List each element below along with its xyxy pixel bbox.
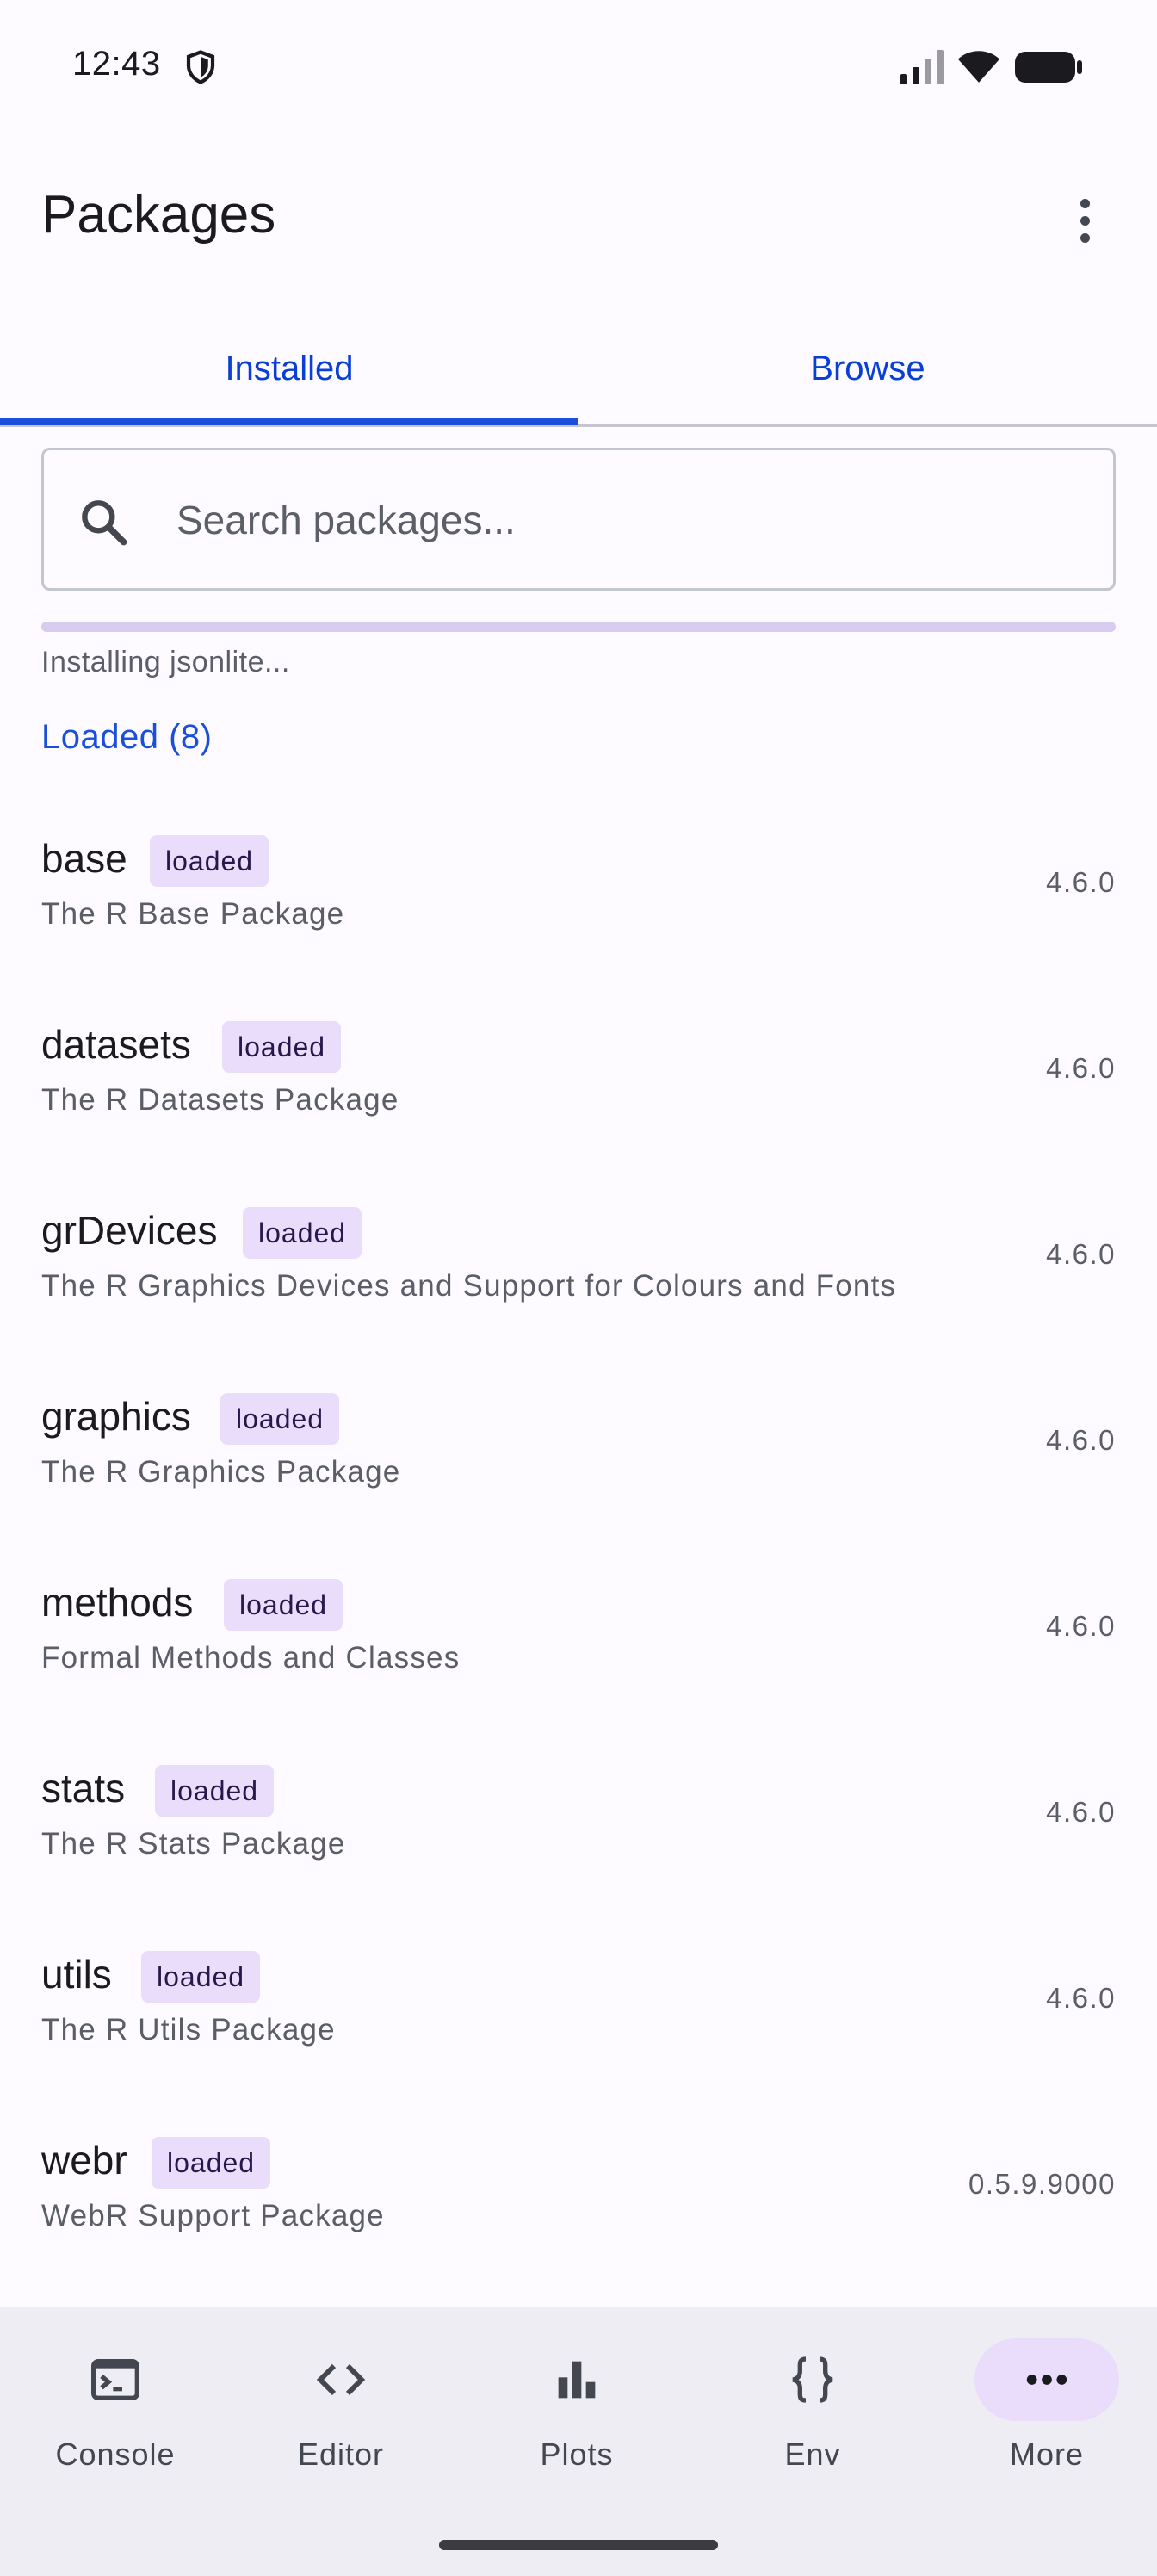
package-version: 4.6.0 (1046, 1424, 1116, 1456)
code-icon (316, 2363, 366, 2396)
braces-icon (792, 2356, 833, 2403)
package-name: methods (41, 1580, 194, 1625)
package-version: 4.6.0 (1046, 1238, 1116, 1270)
package-name: grDevices (41, 1208, 218, 1253)
section-header-loaded: Loaded (8) (41, 718, 213, 756)
package-description: Formal Methods and Classes (41, 1641, 461, 1675)
console-icon (91, 2359, 139, 2400)
loaded-badge: loaded (222, 1021, 342, 1073)
package-description: The R Graphics Package (41, 1455, 401, 1489)
page-title: Packages (41, 185, 276, 245)
more-options-button[interactable] (1054, 189, 1116, 251)
package-description: The R Utils Package (41, 2013, 336, 2047)
nav-console[interactable]: Console (0, 2307, 231, 2497)
more-vert-icon (1080, 198, 1090, 208)
package-name: stats (41, 1766, 126, 1811)
search-input[interactable] (175, 481, 1087, 559)
nav-label: More (1009, 2437, 1085, 2472)
package-item[interactable]: stats loaded The R Stats Package 4.6.0 (0, 1710, 1157, 1896)
package-item[interactable]: datasets loaded The R Datasets Package 4… (0, 966, 1157, 1152)
nav-icon-container (269, 2338, 413, 2421)
loaded-badge: loaded (220, 1393, 340, 1445)
loaded-badge: loaded (141, 1951, 261, 2003)
package-description: The R Graphics Devices and Support for C… (41, 1269, 897, 1303)
loaded-badge: loaded (152, 2137, 271, 2189)
status-time: 12:43 (72, 45, 161, 83)
package-version: 4.6.0 (1046, 1052, 1116, 1084)
package-version: 0.5.9.9000 (968, 2168, 1116, 2200)
app-bar: Packages (0, 155, 1157, 284)
loaded-badge: loaded (155, 1765, 275, 1817)
loaded-badge: loaded (150, 835, 269, 887)
package-version: 4.6.0 (1046, 1796, 1116, 1828)
package-name: webr (41, 2138, 127, 2183)
package-name: utils (41, 1952, 112, 1997)
package-item[interactable]: utils loaded The R Utils Package 4.6.0 (0, 1896, 1157, 2082)
package-item[interactable]: graphics loaded The R Graphics Package 4… (0, 1338, 1157, 1524)
package-item[interactable]: methods loaded Formal Methods and Classe… (0, 1524, 1157, 1710)
tab-indicator (0, 418, 578, 425)
more-vert-icon-dot (1080, 215, 1090, 226)
package-item[interactable]: webr loaded WebR Support Package 0.5.9.9… (0, 2082, 1157, 2268)
search-icon (82, 500, 127, 546)
nav-editor[interactable]: Editor (226, 2307, 456, 2497)
package-version: 4.6.0 (1046, 866, 1116, 898)
package-item[interactable]: base loaded The R Base Package 4.6.0 (0, 780, 1157, 966)
nav-env[interactable]: Env (697, 2307, 928, 2497)
nav-icon-container (740, 2338, 885, 2421)
shield-icon (186, 50, 215, 84)
package-version: 4.6.0 (1046, 1610, 1116, 1642)
nav-icon-container (504, 2338, 649, 2421)
battery-icon (1015, 52, 1082, 83)
home-indicator[interactable] (439, 2540, 718, 2550)
tab-bar: Installed Browse (0, 310, 1157, 427)
bottom-navigation: Console Editor Plots Env More (0, 2307, 1157, 2576)
package-description: The R Datasets Package (41, 1083, 399, 1117)
install-progress-bar (41, 622, 1116, 632)
loaded-badge: loaded (224, 1579, 343, 1631)
package-item[interactable]: grDevices loaded The R Graphics Devices … (0, 1152, 1157, 1338)
nav-label: Plots (540, 2437, 614, 2472)
search-field[interactable] (41, 448, 1116, 591)
nav-icon-container (974, 2338, 1119, 2421)
nav-more[interactable]: More (931, 2307, 1157, 2497)
more-horizontal-icon (1026, 2375, 1067, 2385)
package-name: datasets (41, 1022, 191, 1067)
package-list: base loaded The R Base Package 4.6.0 dat… (0, 780, 1157, 2268)
install-status-text: Installing jsonlite... (41, 646, 290, 678)
package-version: 4.6.0 (1046, 1982, 1116, 2014)
tab-installed[interactable]: Installed (0, 310, 578, 427)
nav-icon-container (43, 2338, 188, 2421)
package-name: graphics (41, 1394, 191, 1439)
nav-label: Console (55, 2437, 176, 2472)
more-vert-icon-dot (1080, 232, 1090, 243)
package-description: WebR Support Package (41, 2199, 385, 2232)
signal-icon (900, 50, 944, 84)
bar-chart-icon (558, 2361, 596, 2399)
status-bar: 12:43 (0, 0, 1157, 138)
tab-browse[interactable]: Browse (578, 310, 1157, 427)
nav-plots[interactable]: Plots (461, 2307, 692, 2497)
wifi-icon (957, 51, 1000, 83)
package-description: The R Base Package (41, 897, 345, 931)
nav-label: Editor (297, 2437, 385, 2472)
package-description: The R Stats Package (41, 1827, 346, 1861)
package-name: base (41, 836, 127, 881)
nav-label: Env (784, 2437, 841, 2472)
loaded-badge: loaded (243, 1207, 362, 1259)
install-progress-fill (41, 622, 1116, 632)
